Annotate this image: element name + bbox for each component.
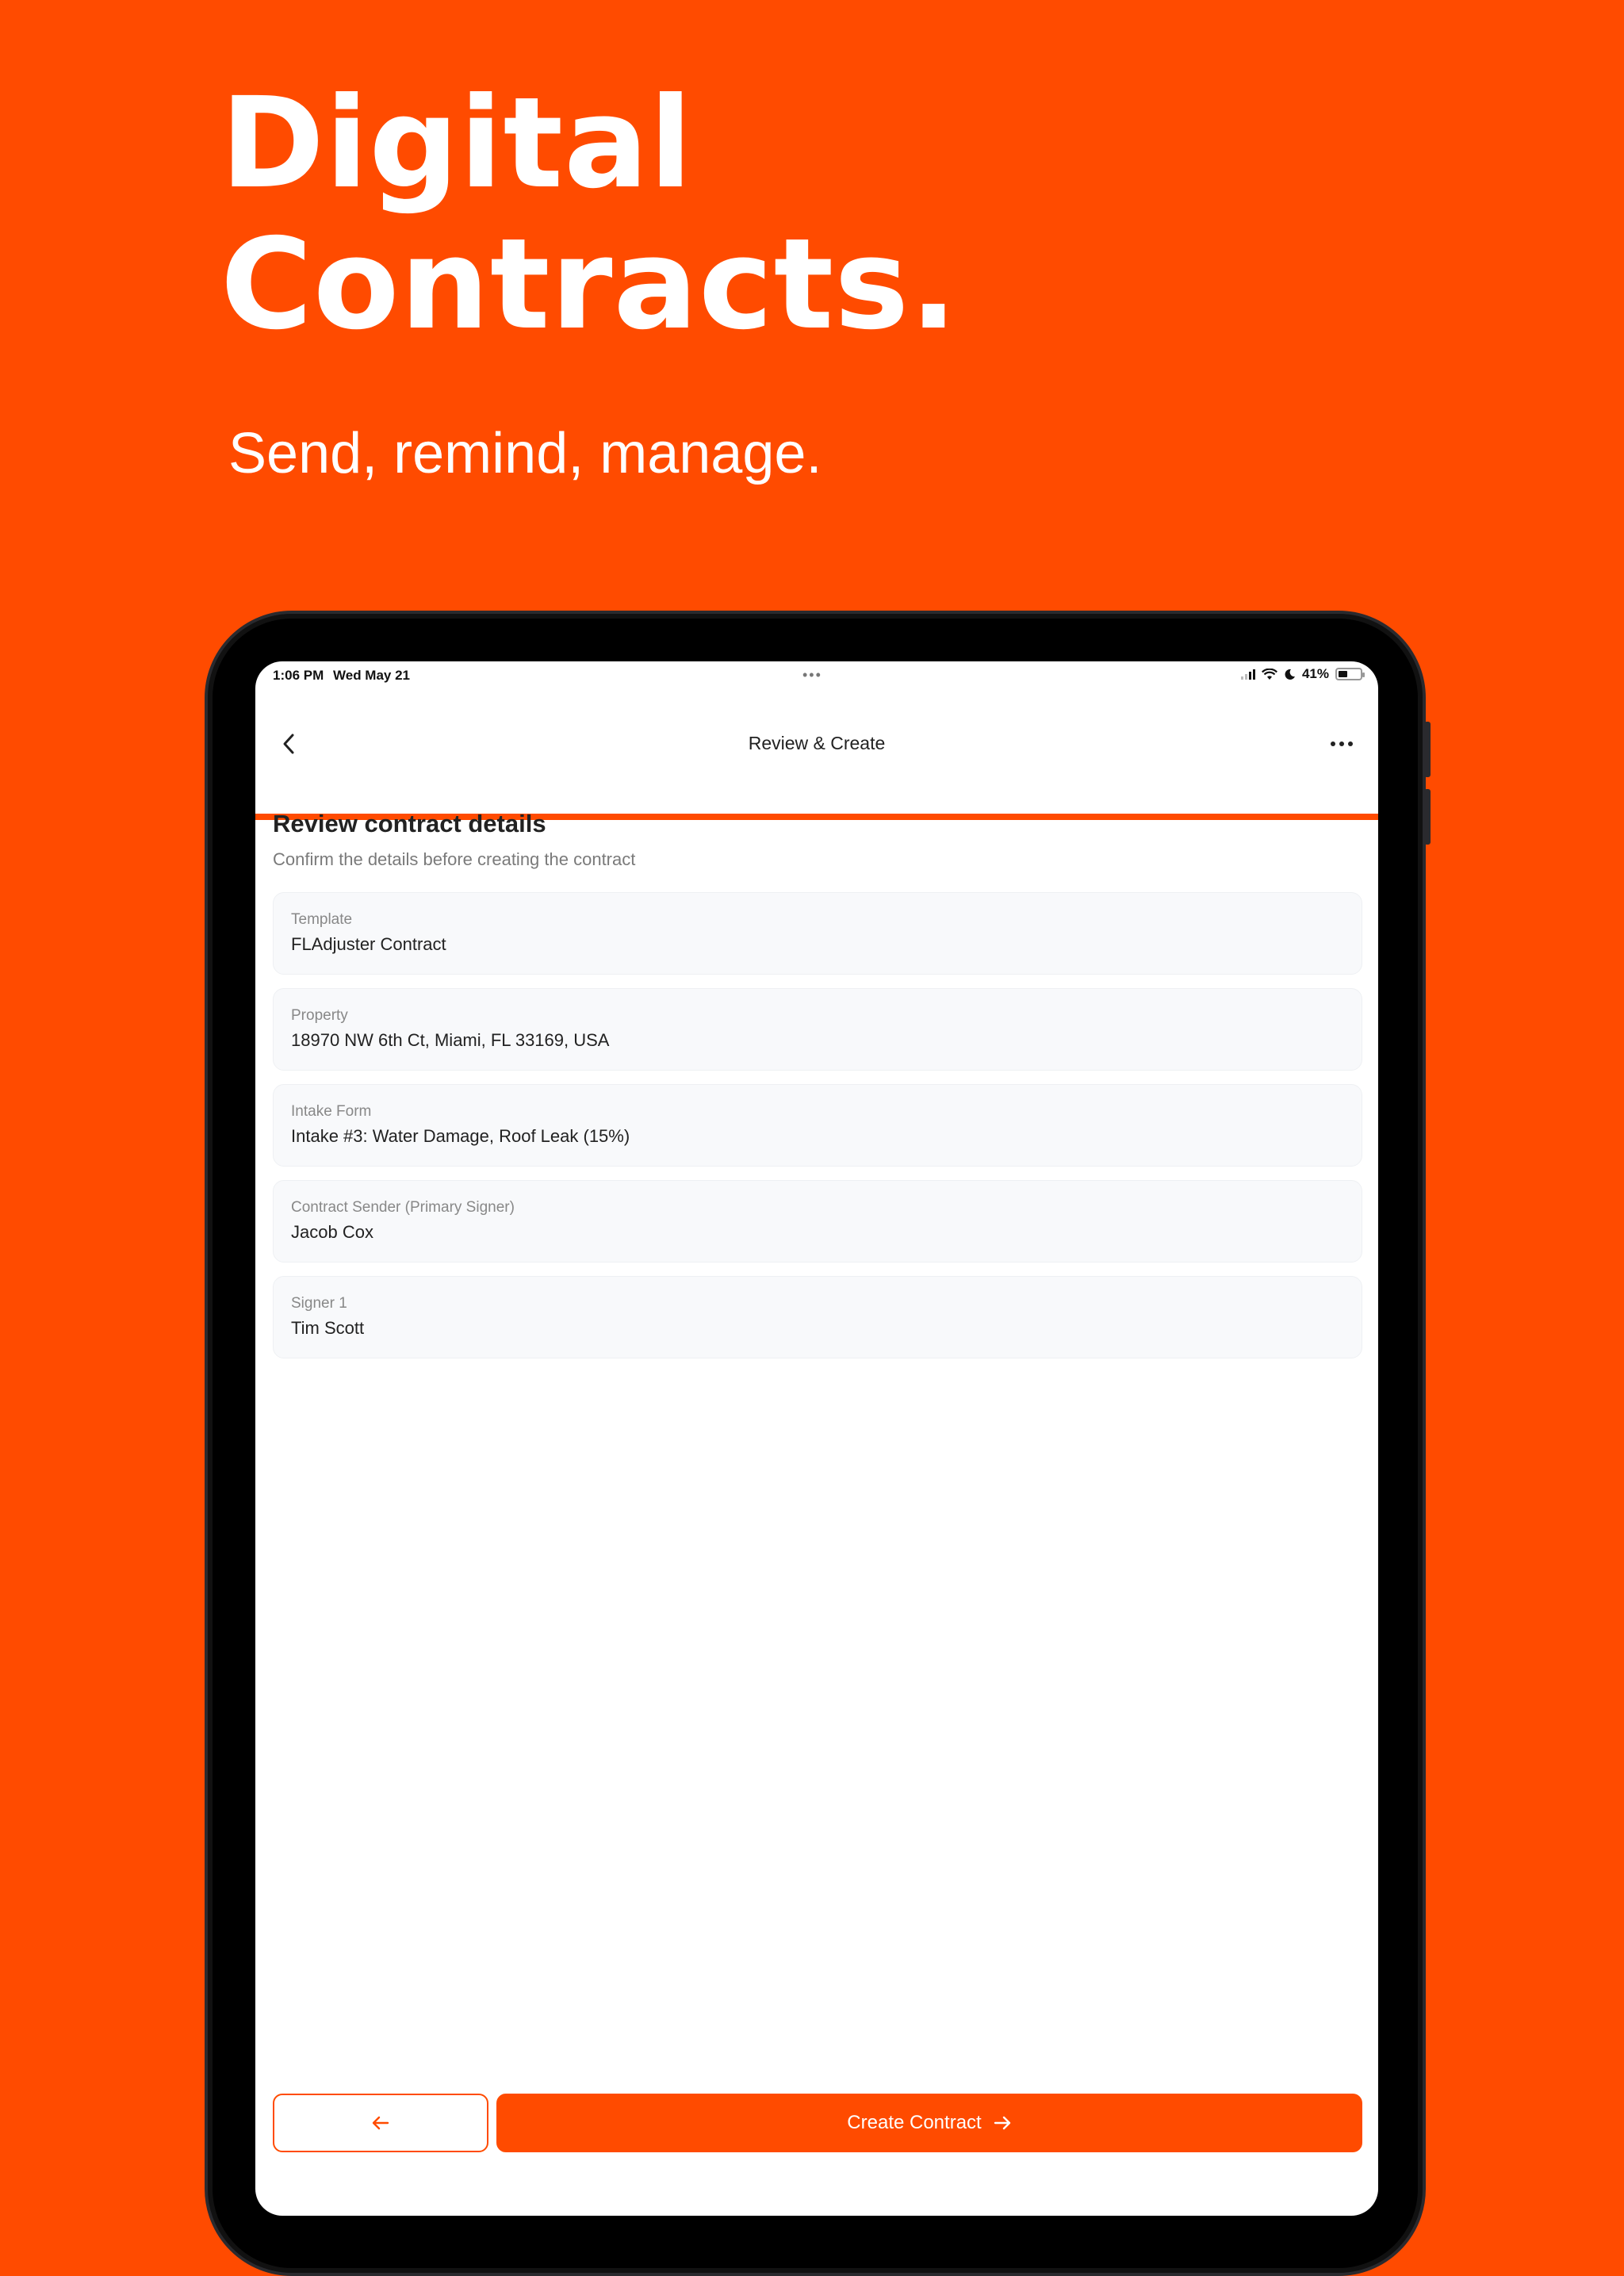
field-value: FLAdjuster Contract xyxy=(291,934,446,954)
field-label: Contract Sender (Primary Signer) xyxy=(291,1199,515,1216)
field-label: Template xyxy=(291,911,353,928)
create-contract-button[interactable]: Create Contract xyxy=(496,2094,1362,2152)
app-screen: 1:06 PM Wed May 21 ••• 41% Review & Crea… xyxy=(255,661,1378,2216)
field-card-contract-sender: Contract Sender (Primary Signer) Jacob C… xyxy=(273,1180,1362,1263)
battery-percent: 41% xyxy=(1301,666,1329,681)
section-title: Review contract details xyxy=(273,810,546,837)
headline-line-2: Contracts. xyxy=(220,212,959,358)
field-label: Intake Form xyxy=(291,1103,372,1120)
status-bar: 1:06 PM Wed May 21 ••• 41% xyxy=(255,661,1378,688)
page-title: Review & Create xyxy=(748,733,886,753)
review-field-list: Template FLAdjuster Contract Property 18… xyxy=(273,892,1362,1358)
more-horizontal-icon xyxy=(1331,741,1335,746)
field-card-property: Property 18970 NW 6th Ct, Miami, FL 3316… xyxy=(273,988,1362,1071)
navigation-bar: Review & Create xyxy=(255,704,1378,820)
wifi-icon xyxy=(1261,668,1277,680)
hero-headline: Digital Contracts. xyxy=(220,73,958,355)
more-options-button[interactable] xyxy=(1320,725,1364,763)
status-date: Wed May 21 xyxy=(333,668,411,683)
status-time: 1:06 PM xyxy=(273,668,324,683)
more-dot xyxy=(1339,741,1344,746)
create-contract-label: Create Contract xyxy=(847,2112,982,2133)
arrow-left-icon xyxy=(372,2116,389,2130)
field-value: Intake #3: Water Damage, Roof Leak (15%) xyxy=(291,1126,630,1146)
field-value: Tim Scott xyxy=(291,1318,365,1338)
section-subtitle: Confirm the details before creating the … xyxy=(273,849,636,869)
device-volume-up-button xyxy=(1424,722,1431,777)
more-dot xyxy=(1348,741,1353,746)
cellular-signal-icon xyxy=(1240,669,1255,680)
hero-tagline: Send, remind, manage. xyxy=(228,422,822,485)
device-volume-down-button xyxy=(1424,789,1431,845)
status-indicators: 41% xyxy=(1240,666,1365,682)
battery-level-fill xyxy=(1339,671,1347,677)
arrow-right-icon xyxy=(994,2116,1010,2130)
field-value: Jacob Cox xyxy=(291,1222,373,1242)
headline-line-1: Digital xyxy=(220,71,693,216)
field-value: 18970 NW 6th Ct, Miami, FL 33169, USA xyxy=(291,1030,610,1050)
field-card-template: Template FLAdjuster Contract xyxy=(273,892,1362,975)
battery-icon xyxy=(1335,668,1365,680)
do-not-disturb-moon-icon xyxy=(1285,669,1295,680)
bottom-action-bar: Create Contract xyxy=(273,2094,1362,2152)
field-label: Signer 1 xyxy=(291,1295,347,1312)
previous-step-button[interactable] xyxy=(273,2094,488,2152)
multitasking-dots-icon[interactable]: ••• xyxy=(802,667,822,684)
field-card-intake-form: Intake Form Intake #3: Water Damage, Roo… xyxy=(273,1084,1362,1167)
field-label: Property xyxy=(291,1007,348,1024)
field-card-signer-1: Signer 1 Tim Scott xyxy=(273,1276,1362,1358)
review-content: Review contract details Confirm the deta… xyxy=(273,808,1362,1372)
